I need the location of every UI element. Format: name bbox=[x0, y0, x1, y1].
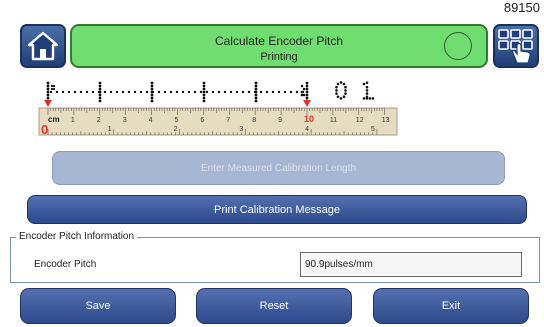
page-title: Calculate Encoder Pitch bbox=[214, 34, 344, 48]
reset-button[interactable]: Reset bbox=[196, 288, 352, 324]
ruler-cm-number: 7 bbox=[226, 117, 230, 124]
ruler-cm-number: 6 bbox=[200, 117, 204, 124]
ruler-cm-number: 5 bbox=[175, 117, 179, 124]
status-indicator-icon bbox=[444, 32, 472, 60]
ruler-cm-number: 9 bbox=[278, 117, 282, 124]
menu-button[interactable] bbox=[493, 24, 539, 68]
ruler-cm-number: 12 bbox=[356, 117, 364, 124]
ruler-cm-label: cm bbox=[48, 115, 60, 124]
calibration-ruler-preview: cm 0 1 2 3 4 5 6 7 8 9 10 11 12 13 1 2 3 4 5 bbox=[36, 78, 400, 140]
ruler-cm-number: 8 bbox=[252, 117, 256, 124]
ruler-cm-number: 4 bbox=[149, 117, 153, 124]
exit-button[interactable]: Exit bbox=[373, 288, 529, 324]
ruler-inch-number: 5 bbox=[371, 126, 375, 133]
ruler-scale: cm 0 1 2 3 4 5 6 7 8 9 10 11 12 131 2 3 4 5 bbox=[38, 107, 398, 137]
ruler-inch-number: 1 bbox=[108, 126, 112, 133]
ruler-zero-label: 0 bbox=[41, 122, 48, 137]
end-marker-icon bbox=[303, 100, 311, 107]
group-legend: Encoder Pitch Information bbox=[16, 231, 138, 242]
ruler-cm-number: 3 bbox=[123, 117, 127, 124]
calibration-length-field[interactable]: Enter Measured Calibration Length bbox=[52, 151, 505, 185]
print-calibration-button[interactable]: Print Calibration Message bbox=[27, 195, 527, 224]
ruler-inch-number: 2 bbox=[174, 126, 178, 133]
screen-code: 89150 bbox=[503, 0, 540, 15]
start-marker-icon bbox=[44, 100, 52, 107]
encoder-pitch-value: 90.9pulses/mm bbox=[300, 252, 522, 277]
dot-matrix-message bbox=[46, 81, 375, 103]
ruler-cm-number: 1 bbox=[71, 117, 75, 124]
save-button[interactable]: Save bbox=[20, 288, 176, 324]
ruler-cm-number: 10 bbox=[304, 114, 314, 124]
ruler-inch-number: 4 bbox=[305, 126, 309, 133]
ruler-cm-number: 2 bbox=[97, 117, 101, 124]
encoder-pitch-label: Encoder Pitch bbox=[34, 259, 97, 270]
ruler-cm-number: 11 bbox=[330, 117, 337, 124]
home-icon bbox=[27, 31, 59, 61]
header-status-panel: Calculate Encoder Pitch Printing bbox=[70, 24, 488, 68]
ruler-cm-number: 13 bbox=[382, 117, 390, 124]
grid-touch-icon bbox=[498, 29, 533, 64]
status-text: Printing bbox=[260, 51, 298, 63]
ruler-inch-number: 3 bbox=[239, 126, 243, 133]
home-button[interactable] bbox=[20, 24, 66, 68]
